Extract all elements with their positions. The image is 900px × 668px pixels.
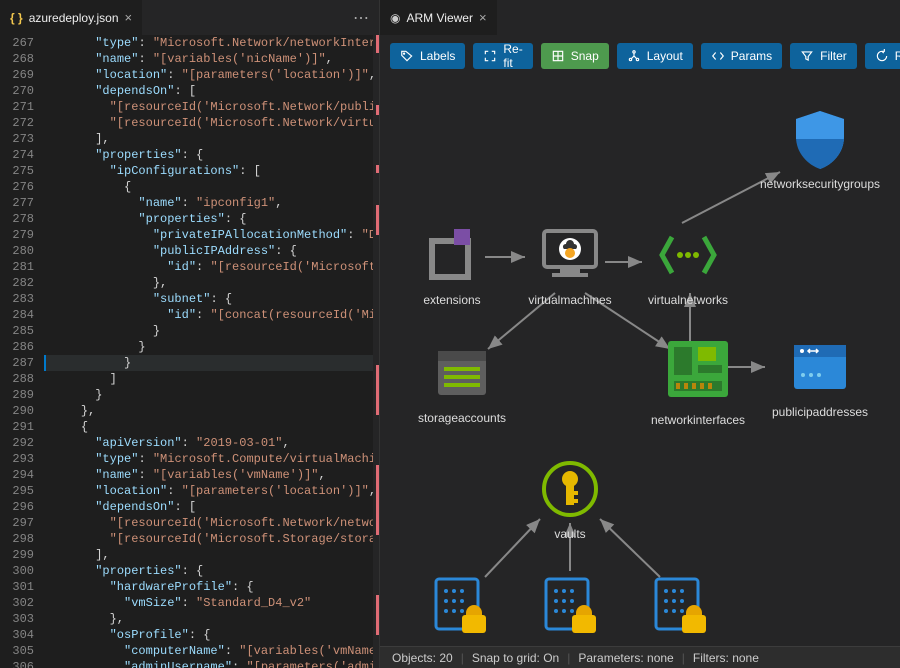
layout-button[interactable]: Layout [617,43,693,69]
tab-title: azuredeploy.json [29,11,119,25]
labels-button[interactable]: Labels [390,43,465,69]
node-pip[interactable]: publicipaddresses [760,335,880,419]
node-label: secrets [520,643,620,646]
editor-pane: { } azuredeploy.json × ⋯ 267268269270271… [0,0,380,668]
node-vm[interactable]: virtualmachines [520,223,620,307]
storage-icon [430,341,494,405]
node-label: virtualnetworks [638,293,738,307]
node-storage[interactable]: storageaccounts [402,341,522,425]
status-snap: Snap to grid: On [472,651,559,665]
layout-icon [627,49,641,63]
nic-icon [662,335,734,407]
tab-arm-viewer[interactable]: ◉ ARM Viewer × [380,0,497,35]
resource-diagram[interactable]: networksecuritygroups extensions virtual… [380,77,900,646]
secret-icon [428,573,492,637]
node-secret-3[interactable]: secrets [630,573,730,646]
grid-icon [551,49,565,63]
node-vnet[interactable]: virtualnetworks [638,223,738,307]
node-label: networksecuritygroups [750,177,890,191]
node-label: extensions [402,293,502,307]
vault-icon [538,457,602,521]
reload-text: Reload [895,49,900,63]
node-vault[interactable]: vaults [520,457,620,541]
refit-button[interactable]: Re-fit [473,43,532,69]
status-filters: Filters: none [693,651,759,665]
viewer-pane: ◉ ARM Viewer × ⋯ Labels Re-fit Snap Layo… [380,0,900,668]
editor-tabbar: { } azuredeploy.json × ⋯ [0,0,379,35]
node-secret-2[interactable]: secrets [520,573,620,646]
code-icon [711,49,725,63]
node-label: secrets [410,643,510,646]
node-label: vaults [520,527,620,541]
viewer-toolbar: Labels Re-fit Snap Layout Params Filter … [380,35,900,77]
vnet-icon [656,223,720,287]
puzzle-icon [420,223,484,287]
node-secret-1[interactable]: secrets [410,573,510,646]
snap-button[interactable]: Snap [541,43,609,69]
editor-more-icon[interactable]: ⋯ [353,8,369,28]
code-area[interactable]: "type": "Microsoft.Network/networkInterf… [44,35,379,668]
close-icon[interactable]: × [479,10,487,25]
reload-icon [875,49,889,63]
filter-icon [800,49,814,63]
filter-text: Filter [820,49,847,63]
node-label: secrets [630,643,730,646]
fit-icon [483,49,497,63]
shield-icon [788,107,852,171]
minimap[interactable] [373,35,379,668]
reload-button[interactable]: Reload [865,43,900,69]
node-extensions[interactable]: extensions [402,223,502,307]
json-file-icon: { } [10,11,23,25]
viewer-statusbar: Objects: 20 | Snap to grid: On | Paramet… [380,646,900,668]
refit-text: Re-fit [503,42,522,70]
viewer-tabbar: ◉ ARM Viewer × ⋯ [380,0,900,35]
secret-icon [648,573,712,637]
params-button[interactable]: Params [701,43,782,69]
secret-icon [538,573,602,637]
node-label: storageaccounts [402,411,522,425]
tab-azuredeploy[interactable]: { } azuredeploy.json × [0,0,142,35]
line-gutter: 2672682692702712722732742752762772782792… [0,35,44,668]
node-label: networkinterfaces [638,413,758,427]
node-label: virtualmachines [520,293,620,307]
eye-icon: ◉ [390,11,400,25]
pip-icon [788,335,852,399]
node-nic[interactable]: networkinterfaces [638,335,758,427]
snap-text: Snap [571,49,599,63]
tag-icon [400,49,414,63]
code-editor[interactable]: 2672682692702712722732742752762772782792… [0,35,379,668]
status-params: Parameters: none [578,651,673,665]
vm-icon [538,223,602,287]
filter-button[interactable]: Filter [790,43,857,69]
tab-title: ARM Viewer [406,11,472,25]
layout-text: Layout [647,49,683,63]
node-nsg[interactable]: networksecuritygroups [750,107,890,191]
labels-text: Labels [420,49,455,63]
node-label: publicipaddresses [760,405,880,419]
params-text: Params [731,49,772,63]
close-icon[interactable]: × [125,10,133,25]
status-objects: Objects: 20 [392,651,453,665]
